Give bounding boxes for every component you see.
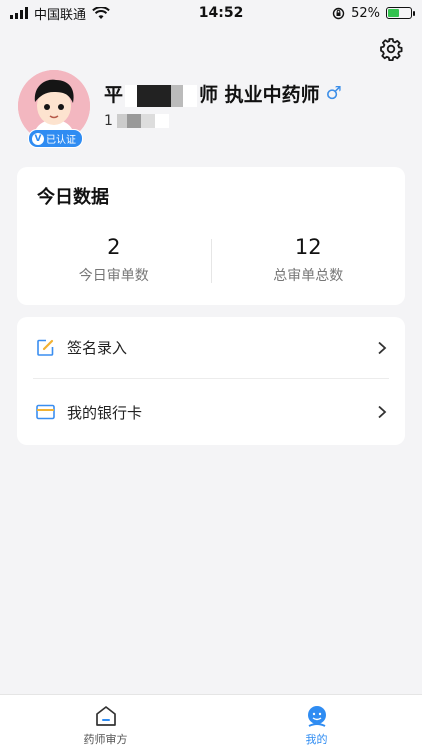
stat-value: 12 <box>294 235 322 259</box>
stat-label: 今日审单数 <box>78 268 149 284</box>
profile-icon <box>307 705 326 727</box>
tab-label: 药师审方 <box>83 732 128 746</box>
verified-icon: V <box>32 132 44 145</box>
signal-icon <box>10 7 28 19</box>
profile-info: 平 师 执业中药师 ♂ 1 <box>104 80 342 129</box>
stat-today-reviews[interactable]: 2 今日审单数 <box>17 235 211 287</box>
wifi-icon <box>92 6 110 19</box>
carrier-label: 中国联通 <box>34 7 87 23</box>
stat-label: 总审单总数 <box>273 268 344 284</box>
menu-label: 我的银行卡 <box>67 403 143 422</box>
settings-button[interactable] <box>378 36 404 62</box>
status-time: 14:52 <box>198 5 244 21</box>
battery-fill <box>388 9 400 17</box>
verified-badge: V 已认证 <box>28 129 83 148</box>
name-prefix: 平 <box>104 84 124 106</box>
status-bar-left: 中国联通 <box>10 4 110 23</box>
name-redaction <box>125 84 198 107</box>
card-title: 今日数据 <box>37 187 109 208</box>
stats-row: 2 今日审单数 12 总审单总数 <box>17 235 405 287</box>
stat-total-reviews[interactable]: 12 总审单总数 <box>212 235 406 287</box>
stat-value: 2 <box>107 235 121 259</box>
status-bar-right: 52% <box>332 5 415 21</box>
male-icon: ♂ <box>325 83 342 104</box>
tab-pharmacist-review[interactable]: 药师审方 <box>0 695 211 750</box>
name-suffix: 师 执业中药师 <box>199 84 320 106</box>
tab-mine[interactable]: 我的 <box>211 695 422 750</box>
menu-label: 签名录入 <box>67 339 128 357</box>
status-bar: 中国联通 14:52 52% <box>0 0 422 26</box>
today-stats-card: 今日数据 2 今日审单数 12 总审单总数 <box>17 167 405 305</box>
menu-card: 签名录入 我的银行卡 <box>17 317 405 445</box>
menu-item-signature[interactable]: 签名录入 <box>33 317 389 379</box>
name-row: 平 师 执业中药师 ♂ <box>104 80 342 107</box>
tab-label: 我的 <box>305 732 328 746</box>
menu-item-bank-card[interactable]: 我的银行卡 <box>33 381 389 443</box>
battery-percent: 52% <box>351 5 380 21</box>
phone-row: 1 <box>104 113 342 129</box>
home-icon <box>95 705 116 726</box>
tab-bar: 药师审方 我的 <box>0 694 422 750</box>
chevron-right-icon <box>375 405 389 419</box>
avatar-wrap[interactable]: V 已认证 <box>18 70 90 148</box>
profile-header: V 已认证 平 师 执业中药师 ♂ 1 <box>18 70 404 150</box>
phone-prefix: 1 <box>104 113 113 129</box>
edit-icon <box>35 338 55 358</box>
chevron-right-icon <box>375 341 389 355</box>
battery-icon <box>386 7 415 19</box>
verified-label: 已认证 <box>46 135 76 146</box>
orientation-lock-icon <box>332 7 345 19</box>
card-icon <box>35 402 55 422</box>
gear-icon <box>380 38 403 61</box>
doctor-name: 平 师 执业中药师 <box>104 80 320 107</box>
phone-redaction <box>116 114 169 128</box>
